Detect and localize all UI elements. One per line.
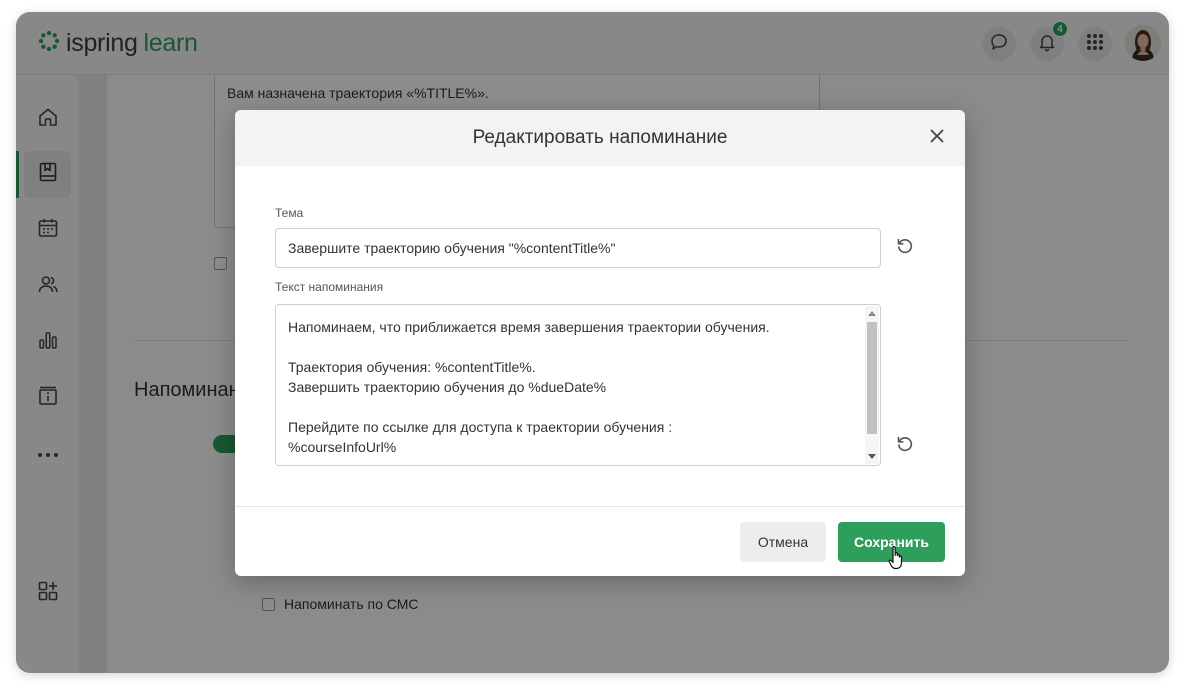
subject-input[interactable]: Завершите траекторию обучения "%contentT…: [275, 228, 881, 268]
textarea-scrollbar[interactable]: [865, 306, 879, 464]
edit-reminder-dialog: Редактировать напоминание Тема Завершите…: [235, 110, 965, 576]
scroll-thumb[interactable]: [867, 322, 877, 434]
close-icon: [930, 129, 944, 148]
reset-subject-button[interactable]: [893, 236, 917, 260]
body-label: Текст напоминания: [275, 280, 384, 294]
scroll-down-arrow-icon[interactable]: [868, 454, 876, 459]
app-window: ispring learn 4 Вам назначена траектория…: [16, 12, 1169, 673]
reset-icon: [895, 434, 915, 459]
reminder-text-area[interactable]: Напоминаем, что приближается время завер…: [275, 304, 881, 466]
hand-cursor-icon: [888, 545, 906, 571]
reminder-text: Напоминаем, что приближается время завер…: [288, 319, 770, 455]
close-button[interactable]: [925, 126, 949, 150]
dialog-footer-divider: [235, 506, 965, 507]
reset-icon: [895, 236, 915, 261]
dialog-header: Редактировать напоминание: [235, 110, 965, 166]
subject-label: Тема: [275, 206, 304, 220]
reset-text-button[interactable]: [893, 434, 917, 458]
scroll-up-arrow-icon[interactable]: [868, 311, 876, 316]
cancel-button[interactable]: Отмена: [740, 522, 826, 562]
dialog-title: Редактировать напоминание: [472, 127, 728, 148]
